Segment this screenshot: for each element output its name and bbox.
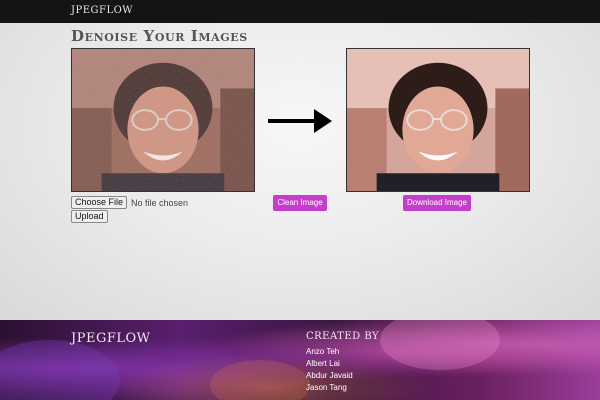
top-navbar: JPEGFLOW (0, 0, 600, 23)
clean-image-button[interactable]: Clean Image (273, 195, 327, 211)
output-image (346, 48, 530, 192)
author-name: Jason Tang (306, 383, 347, 392)
footer-bokeh (210, 360, 310, 400)
file-input[interactable]: Choose File No file chosen (71, 196, 188, 209)
footer-bokeh (380, 320, 500, 370)
author-list: Anzo Teh Albert Lai Abdur Javaid Jason T… (306, 346, 353, 394)
download-image-button[interactable]: Download Image (403, 195, 471, 211)
brand-logo[interactable]: JPEGFLOW (71, 5, 133, 16)
upload-button[interactable]: Upload (71, 210, 108, 223)
footer-brand: JPEGFLOW (71, 331, 151, 346)
author-name: Anzo Teh (306, 347, 340, 356)
right-arrow-icon (268, 109, 332, 133)
footer: JPEGFLOW CREATED BY Anzo Teh Albert Lai … (0, 320, 600, 400)
author-name: Albert Lai (306, 359, 340, 368)
footer-bokeh (0, 340, 120, 400)
choose-file-button[interactable]: Choose File (71, 196, 128, 209)
created-by-heading: CREATED BY (306, 331, 380, 342)
input-image (71, 48, 255, 192)
file-status-text: No file chosen (131, 197, 189, 208)
author-name: Abdur Javaid (306, 371, 353, 380)
page-title: Denoise Your Images (71, 27, 248, 45)
